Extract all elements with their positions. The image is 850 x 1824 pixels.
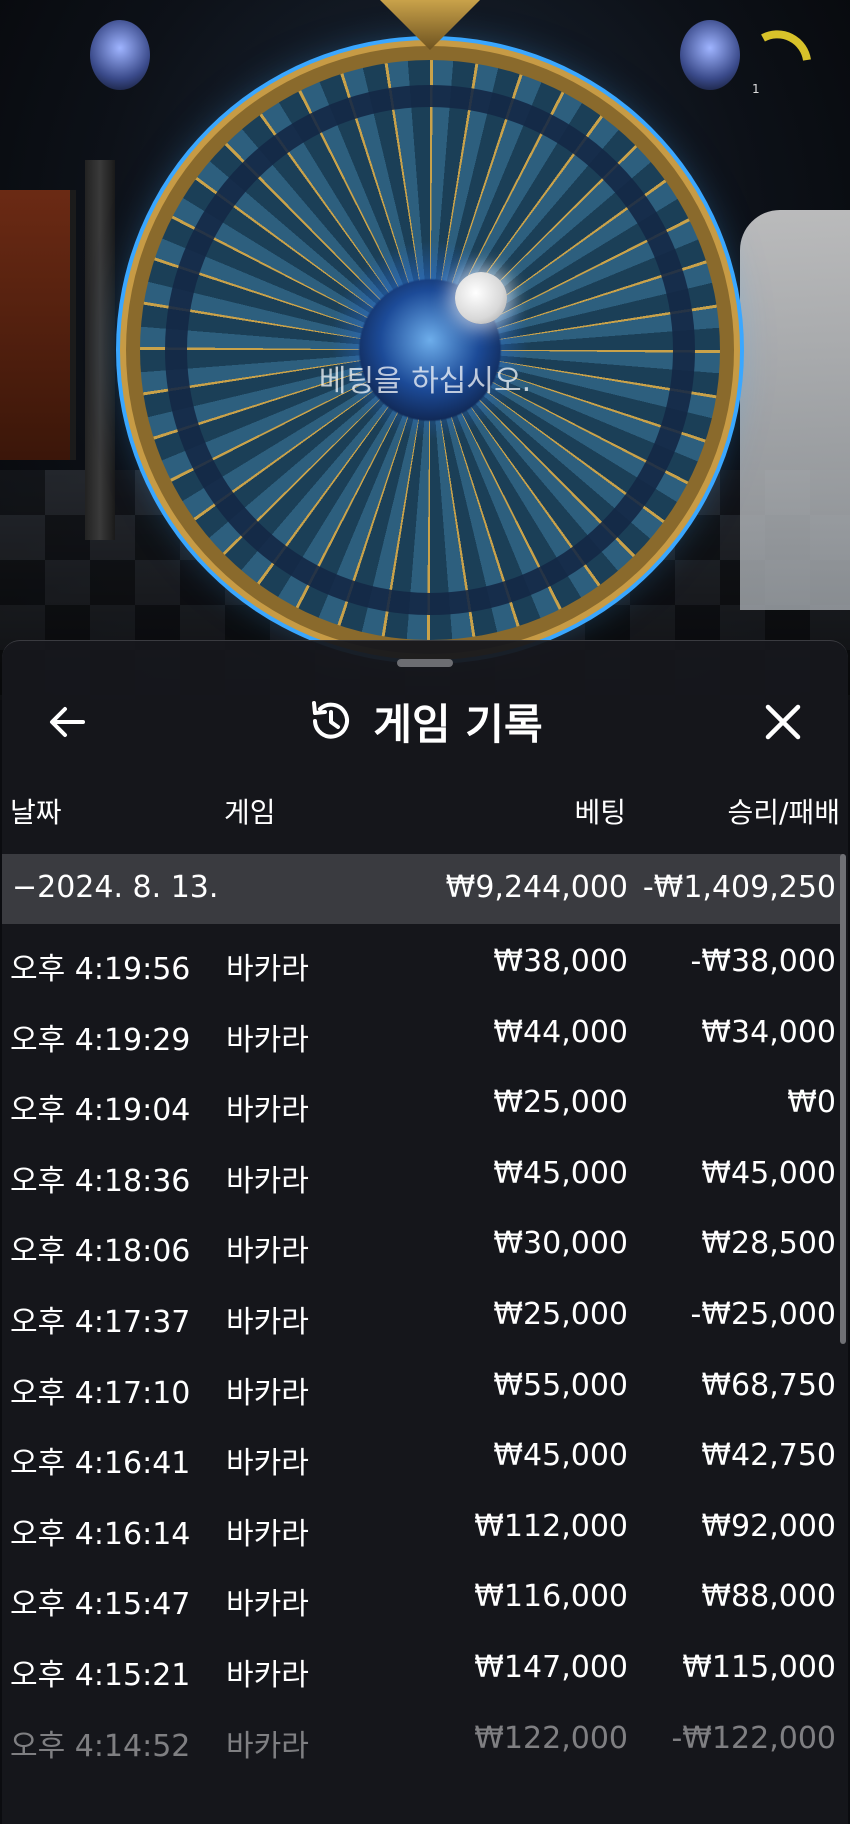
row-game: 바카라 bbox=[226, 1657, 309, 1693]
row-time: 오후 4:18:06 bbox=[10, 1234, 191, 1270]
row-bet: ₩30,000 bbox=[493, 1226, 628, 1262]
day-summary-win-loss: -₩1,409,250 bbox=[642, 870, 836, 905]
row-game: 바카라 bbox=[226, 1728, 309, 1764]
row-time: 오후 4:15:47 bbox=[10, 1587, 191, 1623]
row-game: 바카라 bbox=[226, 1163, 309, 1199]
panel-header: 게임 기록 bbox=[2, 681, 848, 761]
row-bet: ₩45,000 bbox=[493, 1155, 628, 1191]
row-bet: ₩116,000 bbox=[474, 1579, 628, 1615]
row-win-loss: ₩68,750 bbox=[701, 1367, 836, 1403]
row-win-loss: -₩122,000 bbox=[671, 1720, 836, 1756]
wheel-ball bbox=[455, 272, 507, 324]
day-summary-date: −2024. 8. 13. bbox=[12, 870, 219, 905]
lamp-right bbox=[680, 20, 740, 90]
row-game: 바카라 bbox=[226, 1375, 309, 1411]
row-game: 바카라 bbox=[226, 1093, 309, 1129]
history-row[interactable]: 오후 4:18:36 바카라 ₩45,000 ₩45,000 bbox=[2, 1136, 844, 1207]
betting-prompt: 베팅을 하십시오. bbox=[318, 364, 532, 399]
history-row[interactable]: 오후 4:19:56 바카라 ₩38,000 -₩38,000 bbox=[2, 924, 844, 995]
row-bet: ₩147,000 bbox=[474, 1649, 628, 1685]
close-icon bbox=[765, 704, 801, 740]
wheel-center-glow bbox=[330, 240, 530, 440]
column-headers: 날짜 게임 베팅 승리/패배 bbox=[2, 781, 848, 836]
history-row[interactable]: 오후 4:18:06 바카라 ₩30,000 ₩28,500 bbox=[2, 1206, 844, 1277]
history-row[interactable]: 오후 4:15:47 바카라 ₩116,000 ₩88,000 bbox=[2, 1559, 844, 1630]
column-bet: 베팅 bbox=[574, 796, 626, 829]
history-row[interactable]: 오후 4:17:37 바카라 ₩25,000 -₩25,000 bbox=[2, 1277, 844, 1348]
row-time: 오후 4:16:41 bbox=[10, 1446, 191, 1482]
day-summary-row[interactable]: −2024. 8. 13. ₩9,244,000 -₩1,409,250 bbox=[2, 854, 844, 924]
row-win-loss: ₩0 bbox=[787, 1085, 836, 1121]
row-bet: ₩25,000 bbox=[493, 1085, 628, 1121]
row-time: 오후 4:17:10 bbox=[10, 1375, 191, 1411]
row-time: 오후 4:15:21 bbox=[10, 1657, 191, 1693]
row-time: 오후 4:19:56 bbox=[10, 952, 191, 987]
row-bet: ₩45,000 bbox=[493, 1438, 628, 1474]
game-host bbox=[740, 210, 850, 610]
history-row[interactable]: 오후 4:15:21 바카라 ₩147,000 ₩115,000 bbox=[2, 1630, 844, 1701]
row-win-loss: ₩88,000 bbox=[701, 1579, 836, 1615]
row-win-loss: ₩115,000 bbox=[682, 1649, 836, 1685]
row-win-loss: -₩38,000 bbox=[690, 944, 836, 979]
live-game-view: 1 베팅을 하십시오. bbox=[0, 0, 850, 700]
column-win-loss: 승리/패배 bbox=[727, 796, 840, 829]
row-game: 바카라 bbox=[226, 1516, 309, 1552]
column-date: 날짜 bbox=[10, 796, 62, 829]
row-time: 오후 4:18:36 bbox=[10, 1163, 191, 1199]
lamp-left bbox=[90, 20, 150, 90]
history-scrollbar[interactable] bbox=[840, 854, 846, 1344]
row-win-loss: ₩34,000 bbox=[701, 1014, 836, 1050]
game-history-panel: 게임 기록 날짜 게임 베팅 승리/패배 −2024. 8. 13. ₩9,24… bbox=[2, 640, 848, 1824]
history-row[interactable]: 오후 4:14:52 바카라 ₩122,000 -₩122,000 bbox=[2, 1701, 844, 1772]
row-bet: ₩55,000 bbox=[493, 1367, 628, 1403]
row-time: 오후 4:16:14 bbox=[10, 1516, 191, 1552]
background-door bbox=[0, 190, 76, 460]
panel-title-group: 게임 기록 bbox=[2, 691, 848, 751]
row-time: 오후 4:19:29 bbox=[10, 1022, 191, 1058]
row-game: 바카라 bbox=[226, 1304, 309, 1340]
history-row[interactable]: 오후 4:19:29 바카라 ₩44,000 ₩34,000 bbox=[2, 995, 844, 1066]
row-bet: ₩25,000 bbox=[493, 1296, 628, 1332]
background-pillar bbox=[85, 160, 115, 540]
row-bet: ₩112,000 bbox=[474, 1508, 628, 1544]
row-game: 바카라 bbox=[226, 1234, 309, 1270]
wheel-pointer bbox=[380, 0, 480, 50]
close-button[interactable] bbox=[758, 699, 808, 745]
history-clock-icon bbox=[312, 701, 350, 739]
row-win-loss: -₩25,000 bbox=[690, 1296, 836, 1332]
history-row[interactable]: 오후 4:16:14 바카라 ₩112,000 ₩92,000 bbox=[2, 1489, 844, 1560]
panel-title: 게임 기록 bbox=[373, 699, 543, 749]
row-time: 오후 4:17:37 bbox=[10, 1304, 191, 1340]
countdown-timer-icon bbox=[761, 30, 811, 61]
row-game: 바카라 bbox=[226, 1587, 309, 1623]
day-summary-bet: ₩9,244,000 bbox=[445, 870, 628, 905]
countdown-timer-value: 1 bbox=[752, 82, 760, 96]
history-row[interactable]: 오후 4:16:41 바카라 ₩45,000 ₩42,750 bbox=[2, 1418, 844, 1489]
history-list: 오후 4:19:56 바카라 ₩38,000 -₩38,000 오후 4:19:… bbox=[2, 924, 844, 1771]
row-win-loss: ₩92,000 bbox=[701, 1508, 836, 1544]
history-row[interactable]: 오후 4:17:10 바카라 ₩55,000 ₩68,750 bbox=[2, 1348, 844, 1419]
row-win-loss: ₩45,000 bbox=[701, 1155, 836, 1191]
row-win-loss: ₩42,750 bbox=[701, 1438, 836, 1474]
row-time: 오후 4:19:04 bbox=[10, 1093, 191, 1129]
row-time: 오후 4:14:52 bbox=[10, 1728, 191, 1764]
row-bet: ₩44,000 bbox=[493, 1014, 628, 1050]
row-game: 바카라 bbox=[226, 952, 309, 987]
row-game: 바카라 bbox=[226, 1022, 309, 1058]
row-bet: ₩38,000 bbox=[493, 944, 628, 979]
row-bet: ₩122,000 bbox=[474, 1720, 628, 1756]
row-win-loss: ₩28,500 bbox=[701, 1226, 836, 1262]
history-row[interactable]: 오후 4:19:04 바카라 ₩25,000 ₩0 bbox=[2, 1065, 844, 1136]
drag-handle[interactable] bbox=[397, 659, 453, 667]
column-game: 게임 bbox=[224, 796, 276, 829]
row-game: 바카라 bbox=[226, 1446, 309, 1482]
